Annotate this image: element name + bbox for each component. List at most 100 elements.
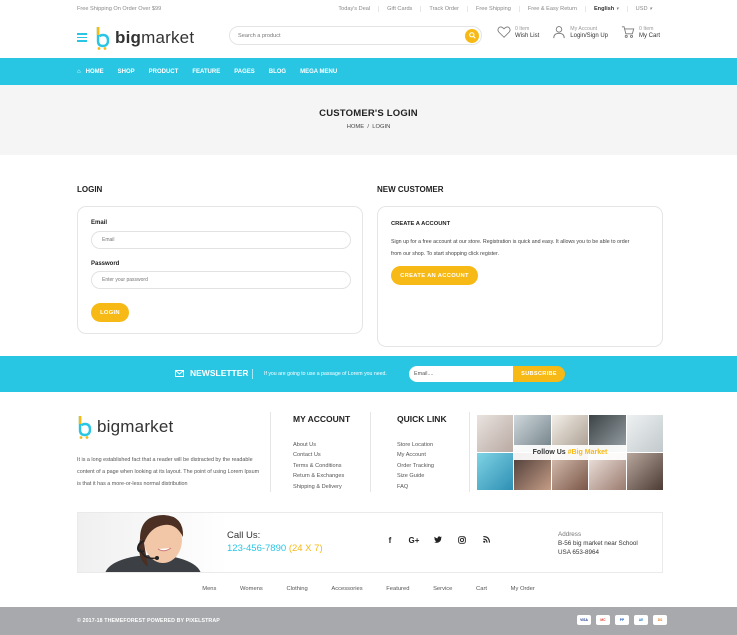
footer-divider <box>469 412 470 492</box>
login-button[interactable]: LOGIN <box>91 303 129 322</box>
footer-divider <box>270 412 271 492</box>
social-links: f G+ <box>379 536 499 546</box>
footer-link-cart[interactable]: Cart <box>476 586 487 592</box>
gallery-photo[interactable] <box>477 415 514 452</box>
footer-link-featured[interactable]: Featured <box>386 586 409 592</box>
rss-icon[interactable] <box>475 536 497 546</box>
footer-divider <box>370 412 371 492</box>
footer-link-accessories[interactable]: Accessories <box>331 586 362 592</box>
copyright-bar: © 2017-18 THEMEFOREST POWERED BY PIXELST… <box>0 607 737 635</box>
footer-link-terms[interactable]: Terms & Conditions <box>293 461 344 471</box>
free-shipping-link[interactable]: Free Shipping <box>467 5 519 12</box>
gallery-photo[interactable] <box>626 453 663 490</box>
nav-home[interactable]: HOME <box>86 69 104 75</box>
nav-mega-menu[interactable]: MEGA MENU <box>300 69 337 75</box>
footer-link-size-guide[interactable]: Size Guide <box>397 471 434 481</box>
footer-link-my-order[interactable]: My Order <box>511 586 535 592</box>
heart-icon <box>497 26 511 38</box>
gallery-photo[interactable] <box>477 453 514 490</box>
language-select[interactable]: English ▾ <box>584 5 627 12</box>
address-line-2: USA 653-8964 <box>558 549 599 556</box>
wishlist-link[interactable]: 0 Item Wish List <box>497 25 539 39</box>
new-customer-title: NEW CUSTOMER <box>377 185 444 194</box>
footer-link-mens[interactable]: Mens <box>202 586 216 592</box>
cart-label: My Cart <box>639 32 660 39</box>
footer-link-service[interactable]: Service <box>433 586 452 592</box>
mastercard-icon: MC <box>596 615 610 625</box>
track-order-link[interactable]: Track Order <box>420 5 467 12</box>
hamburger-menu-icon[interactable] <box>77 31 87 44</box>
cart-link[interactable]: 0 Item My Cart <box>621 25 660 39</box>
nav-shop[interactable]: SHOP <box>118 69 135 75</box>
search-input[interactable] <box>238 32 458 39</box>
create-account-button[interactable]: CREATE AN ACCOUNT <box>391 266 478 285</box>
main-nav: ⌂ HOME SHOP PRODUCT FEATURE PAGES BLOG M… <box>0 58 737 85</box>
free-return-link[interactable]: Free & Easy Return <box>518 5 585 12</box>
logo-suffix: market <box>141 27 195 47</box>
footer-link-clothing[interactable]: Clothing <box>286 586 307 592</box>
password-field[interactable] <box>91 271 351 289</box>
todays-deal-link[interactable]: Today's Deal <box>330 6 378 12</box>
site-header: bigmarket 0 ItemWish List My AccountLogi… <box>0 17 737 58</box>
email-field[interactable] <box>91 231 351 249</box>
breadcrumb-current: LOGIN <box>372 124 391 130</box>
address-line-1: B-56 big market near School <box>558 540 638 547</box>
page-title: CUSTOMER'S LOGIN <box>319 108 418 119</box>
newsletter-text: If you are going to use a passage of Lor… <box>264 371 387 377</box>
chevron-down-icon: ▾ <box>616 5 619 12</box>
page-title-banner: CUSTOMER'S LOGIN HOME / LOGIN <box>0 85 737 155</box>
footer-link-faq[interactable]: FAQ <box>397 482 434 492</box>
nav-pages[interactable]: PAGES <box>234 69 255 75</box>
nav-feature[interactable]: FEATURE <box>192 69 220 75</box>
address-block: Address B-56 big market near School USA … <box>558 530 638 557</box>
address-label: Address <box>558 531 582 538</box>
follow-us-label[interactable]: Follow Us #Big Market <box>514 445 626 460</box>
cart-icon <box>621 26 635 38</box>
footer-link-returns[interactable]: Return & Exchanges <box>293 471 344 481</box>
search-button[interactable] <box>465 28 479 43</box>
phone-number[interactable]: 123-456-7890 (24 X 7) <box>227 543 323 554</box>
instagram-icon[interactable] <box>451 536 473 546</box>
login-card: Email Password LOGIN <box>77 206 363 334</box>
nav-blog[interactable]: BLOG <box>269 69 286 75</box>
subscribe-button[interactable]: SUBSCRIBE <box>513 366 565 382</box>
home-icon[interactable]: ⌂ <box>77 69 81 75</box>
footer-link-my-account[interactable]: My Account <box>397 450 434 460</box>
account-title: My Account <box>570 25 598 32</box>
quick-link-heading: QUICK LINK <box>397 414 447 424</box>
account-link[interactable]: My Account Login/Sign Up <box>552 25 608 39</box>
amex-icon: AE <box>634 615 648 625</box>
my-account-list: About Us Contact Us Terms & Conditions R… <box>293 440 344 492</box>
footer-logo[interactable]: bigmarket <box>77 415 173 439</box>
footer-link-womens[interactable]: Womens <box>240 586 263 592</box>
breadcrumb-home[interactable]: HOME <box>347 124 364 130</box>
footer-link-about-us[interactable]: About Us <box>293 440 344 450</box>
twitter-icon[interactable] <box>427 536 449 546</box>
password-label: Password <box>91 261 120 267</box>
footer-link-shipping[interactable]: Shipping & Delivery <box>293 482 344 492</box>
footer-link-order-tracking[interactable]: Order Tracking <box>397 461 434 471</box>
search-box <box>229 26 482 45</box>
contact-strip: Call Us: 123-456-7890 (24 X 7) f G+ Addr… <box>77 512 663 573</box>
nav-product[interactable]: PRODUCT <box>149 69 179 75</box>
footer-link-store-location[interactable]: Store Location <box>397 440 434 450</box>
mail-icon <box>175 369 184 377</box>
create-account-text: Sign up for a free account at our store.… <box>391 239 630 257</box>
create-account-heading: CREATE A ACCOUNT <box>391 221 451 227</box>
gift-cards-link[interactable]: Gift Cards <box>378 5 420 12</box>
newsletter-bar: NEWSLETTER If you are going to use a pas… <box>0 356 737 392</box>
paypal-icon: PP <box>615 615 629 625</box>
newsletter-email-input[interactable] <box>409 366 513 382</box>
wishlist-label: Wish List <box>514 32 540 39</box>
facebook-icon[interactable]: f <box>379 536 401 546</box>
user-icon <box>553 26 565 39</box>
gallery-photo[interactable] <box>626 415 663 452</box>
new-customer-card: CREATE A ACCOUNT Sign up for a free acco… <box>377 206 663 347</box>
footer-category-links: Mens Womens Clothing Accessories Feature… <box>0 586 737 592</box>
currency-select[interactable]: USD ▾ <box>626 5 660 12</box>
logo-prefix: big <box>115 27 142 47</box>
footer-link-contact-us[interactable]: Contact Us <box>293 450 344 460</box>
logo[interactable]: bigmarket <box>95 26 194 50</box>
footer-logo-prefix: big <box>97 417 121 436</box>
google-plus-icon[interactable]: G+ <box>403 536 425 546</box>
